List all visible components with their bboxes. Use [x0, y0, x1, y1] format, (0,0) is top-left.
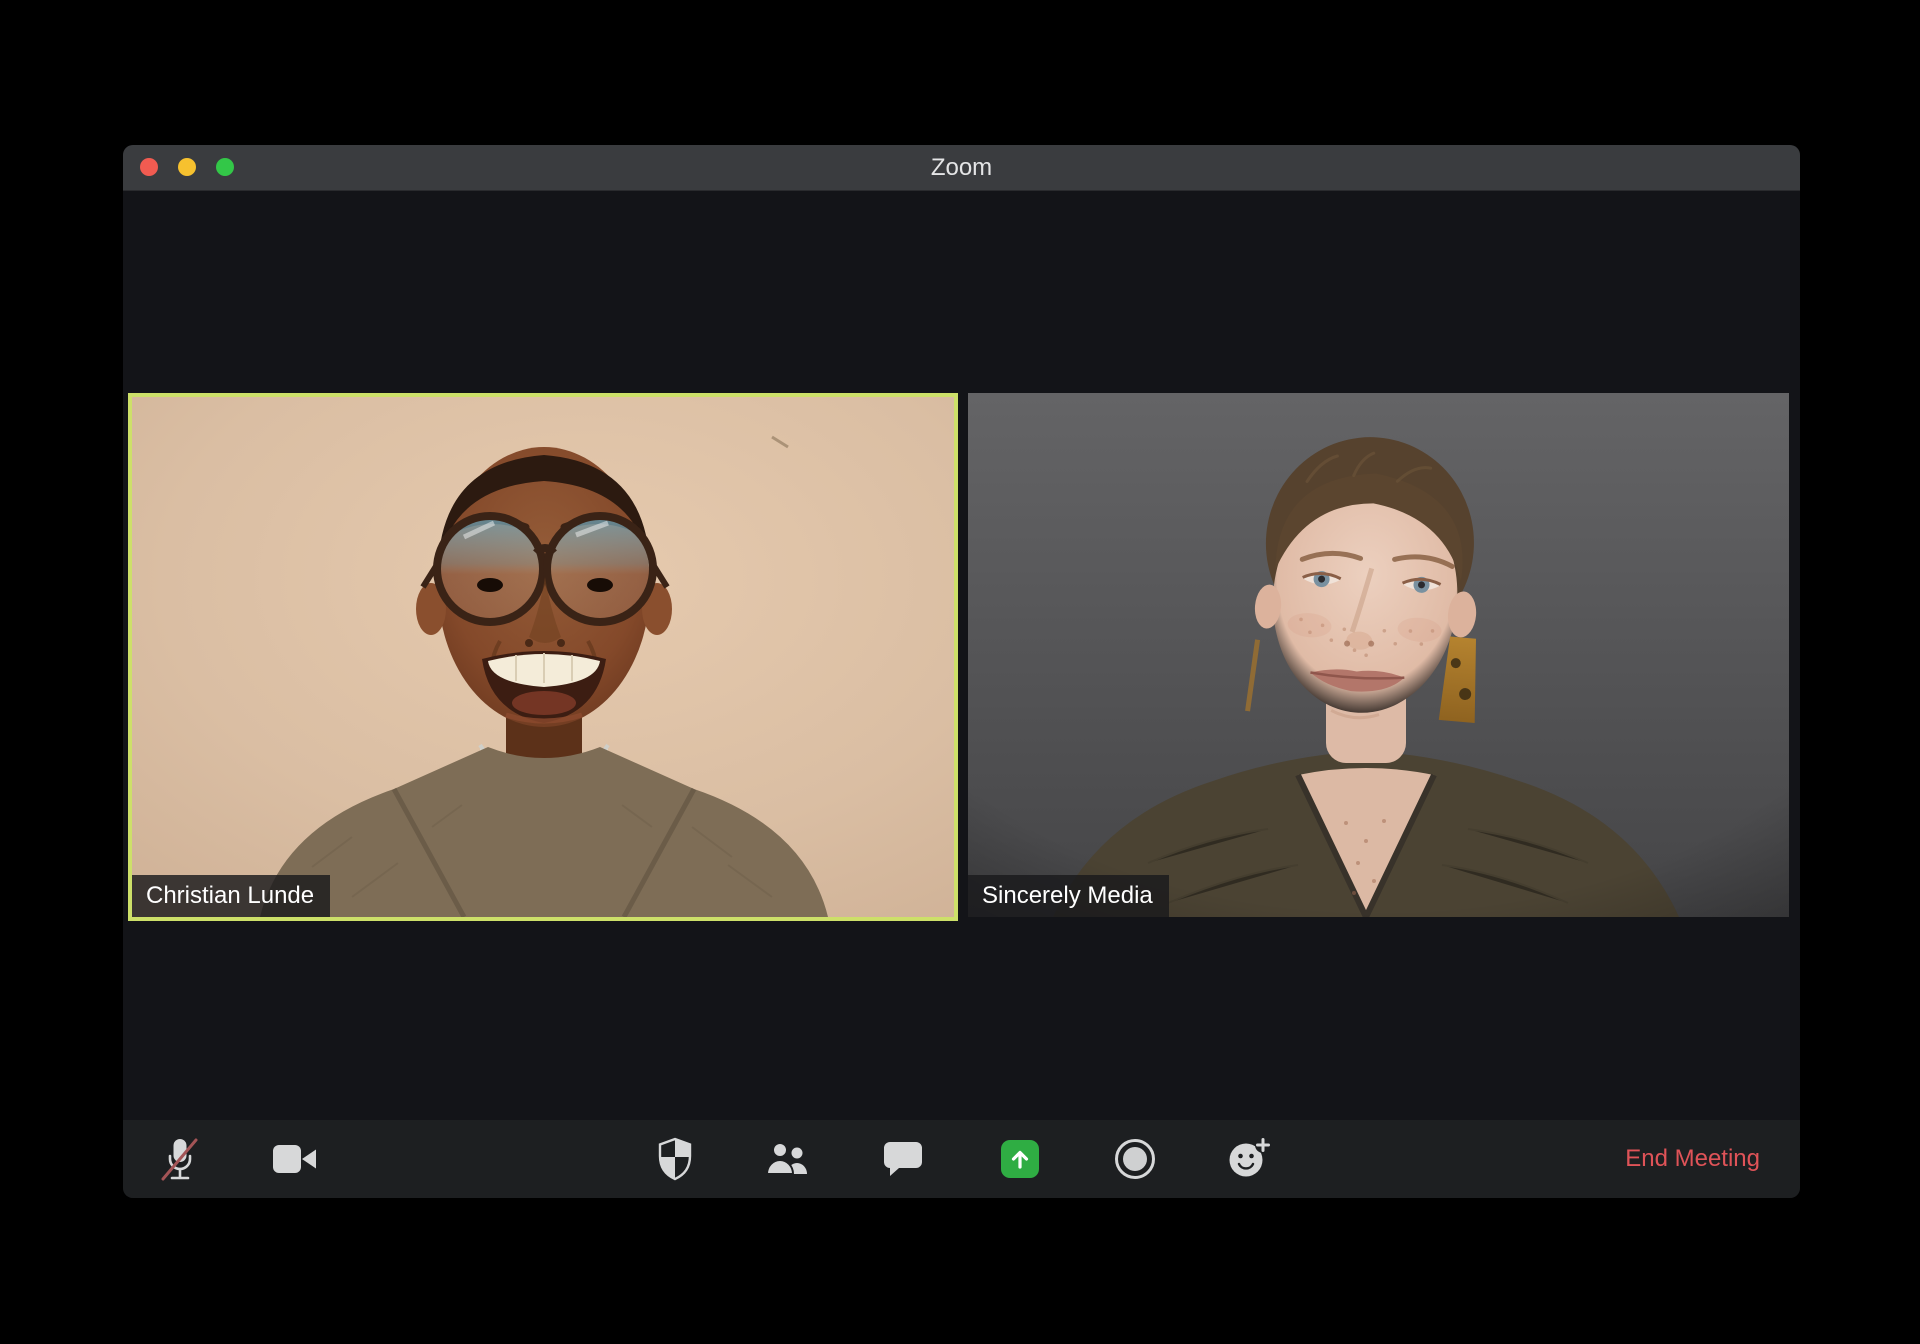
end-meeting-button[interactable]: End Meeting — [1625, 1120, 1760, 1198]
participant-tile-christian-lunde[interactable]: Christian Lunde — [128, 393, 958, 921]
record-button[interactable] — [1107, 1131, 1163, 1187]
video-button[interactable] — [267, 1131, 323, 1187]
participant-video-stream — [968, 393, 1789, 917]
meeting-toolbar: End Meeting — [123, 1120, 1800, 1198]
video-camera-icon — [273, 1145, 316, 1173]
chat-button[interactable] — [875, 1131, 931, 1187]
microphone-muted-icon — [161, 1138, 198, 1181]
share-screen-icon — [1001, 1140, 1039, 1178]
participant-video-stream — [132, 397, 954, 917]
security-shield-icon — [658, 1137, 692, 1181]
share-screen-button[interactable] — [992, 1131, 1048, 1187]
participants-button[interactable] — [760, 1131, 816, 1187]
participant-name-tag: Sincerely Media — [968, 875, 1169, 917]
reactions-button[interactable] — [1222, 1131, 1278, 1187]
titlebar[interactable]: Zoom — [123, 145, 1800, 191]
participants-icon — [766, 1142, 807, 1175]
record-icon — [1115, 1139, 1155, 1179]
chat-icon — [884, 1142, 922, 1176]
zoom-window: Zoom Christian Lunde Sincerely Media End… — [123, 145, 1800, 1198]
security-button[interactable] — [647, 1131, 703, 1187]
mute-button[interactable] — [152, 1131, 208, 1187]
reactions-icon — [1229, 1138, 1271, 1177]
window-title: Zoom — [930, 154, 993, 181]
participant-tile-sincerely-media[interactable]: Sincerely Media — [968, 393, 1789, 917]
participant-name-tag: Christian Lunde — [132, 875, 331, 917]
